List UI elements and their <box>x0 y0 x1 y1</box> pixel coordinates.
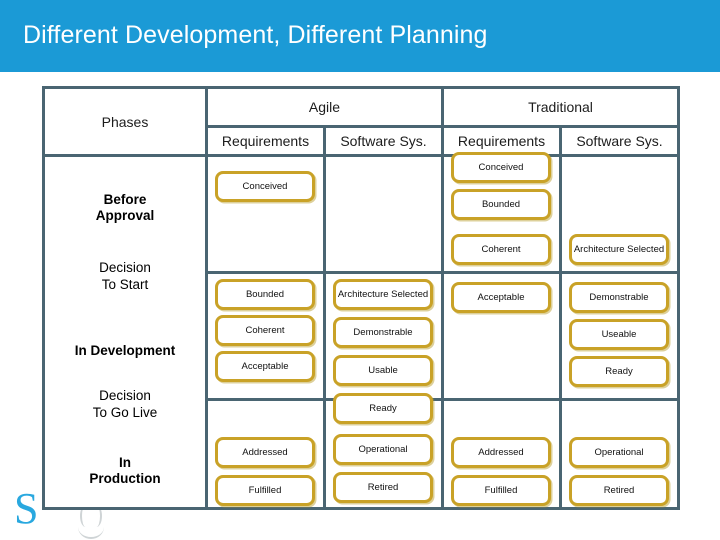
col-divider-4 <box>559 125 562 507</box>
gate-label-line2: To Start <box>101 277 149 292</box>
comparison-table: Phases Agile Traditional Requirements So… <box>42 86 680 510</box>
header-group-traditional: Traditional <box>528 99 593 115</box>
phase-label-before-approval: Before Approval <box>45 192 205 224</box>
state-box[interactable]: Bounded <box>215 279 315 310</box>
state-box[interactable]: Operational <box>333 434 433 465</box>
state-box[interactable]: Addressed <box>451 437 551 468</box>
state-box[interactable]: Architecture Selected <box>333 279 433 310</box>
state-box[interactable]: Architecture Selected <box>569 234 669 265</box>
state-box[interactable]: Fulfilled <box>215 475 315 506</box>
state-box[interactable]: Operational <box>569 437 669 468</box>
page-title: Different Development, Different Plannin… <box>23 21 488 49</box>
gate-label-line2: To Go Live <box>92 405 158 420</box>
header-agile-software-sys: Software Sys. <box>340 133 427 149</box>
state-box[interactable]: Acceptable <box>215 351 315 382</box>
phase-label-line1: In Development <box>74 343 176 358</box>
state-box[interactable]: Demonstrable <box>333 317 433 348</box>
state-box[interactable]: Ready <box>333 393 433 424</box>
phase-label-line1: In <box>119 455 131 470</box>
state-box[interactable]: Retired <box>569 475 669 506</box>
slide-canvas: Different Development, Different Plannin… <box>0 0 720 540</box>
phase-label-in-production: In Production <box>45 455 205 487</box>
state-box[interactable]: Demonstrable <box>569 282 669 313</box>
logo-watermark-letter: S <box>14 484 39 533</box>
phase-label-line2: Production <box>89 471 161 486</box>
phase-label-line1: Before <box>103 192 147 207</box>
header-group-agile: Agile <box>308 99 341 115</box>
header-traditional-software-sys: Software Sys. <box>576 133 663 149</box>
state-box[interactable]: Coherent <box>215 315 315 346</box>
logo-swoosh-icon <box>78 505 104 539</box>
phase-label-in-development: In Development <box>45 343 205 359</box>
phase-divider-1-right <box>178 271 677 274</box>
state-box[interactable]: Coherent <box>451 234 551 265</box>
state-box[interactable]: Retired <box>333 472 433 503</box>
title-banner: Different Development, Different Plannin… <box>0 0 720 72</box>
phase-label-line2: Approval <box>95 208 155 223</box>
state-box[interactable]: Addressed <box>215 437 315 468</box>
state-box[interactable]: Conceived <box>215 171 315 202</box>
state-box[interactable]: Conceived <box>451 152 551 183</box>
header-bottom-divider <box>45 154 677 157</box>
state-box[interactable]: Bounded <box>451 189 551 220</box>
header-phases: Phases <box>101 113 149 130</box>
state-box[interactable]: Usable <box>333 355 433 386</box>
state-box[interactable]: Ready <box>569 356 669 387</box>
state-box[interactable]: Useable <box>569 319 669 350</box>
gate-label-line1: Decision <box>99 260 151 275</box>
gate-label-line1: Decision <box>99 388 151 403</box>
state-box[interactable]: Fulfilled <box>451 475 551 506</box>
state-box[interactable]: Acceptable <box>451 282 551 313</box>
gate-label-decision-to-start: Decision To Start <box>45 259 205 293</box>
col-divider-2 <box>323 125 326 507</box>
header-agile-requirements: Requirements <box>221 133 310 149</box>
gate-label-decision-to-go-live: Decision To Go Live <box>45 387 205 421</box>
header-traditional-requirements: Requirements <box>457 133 546 149</box>
